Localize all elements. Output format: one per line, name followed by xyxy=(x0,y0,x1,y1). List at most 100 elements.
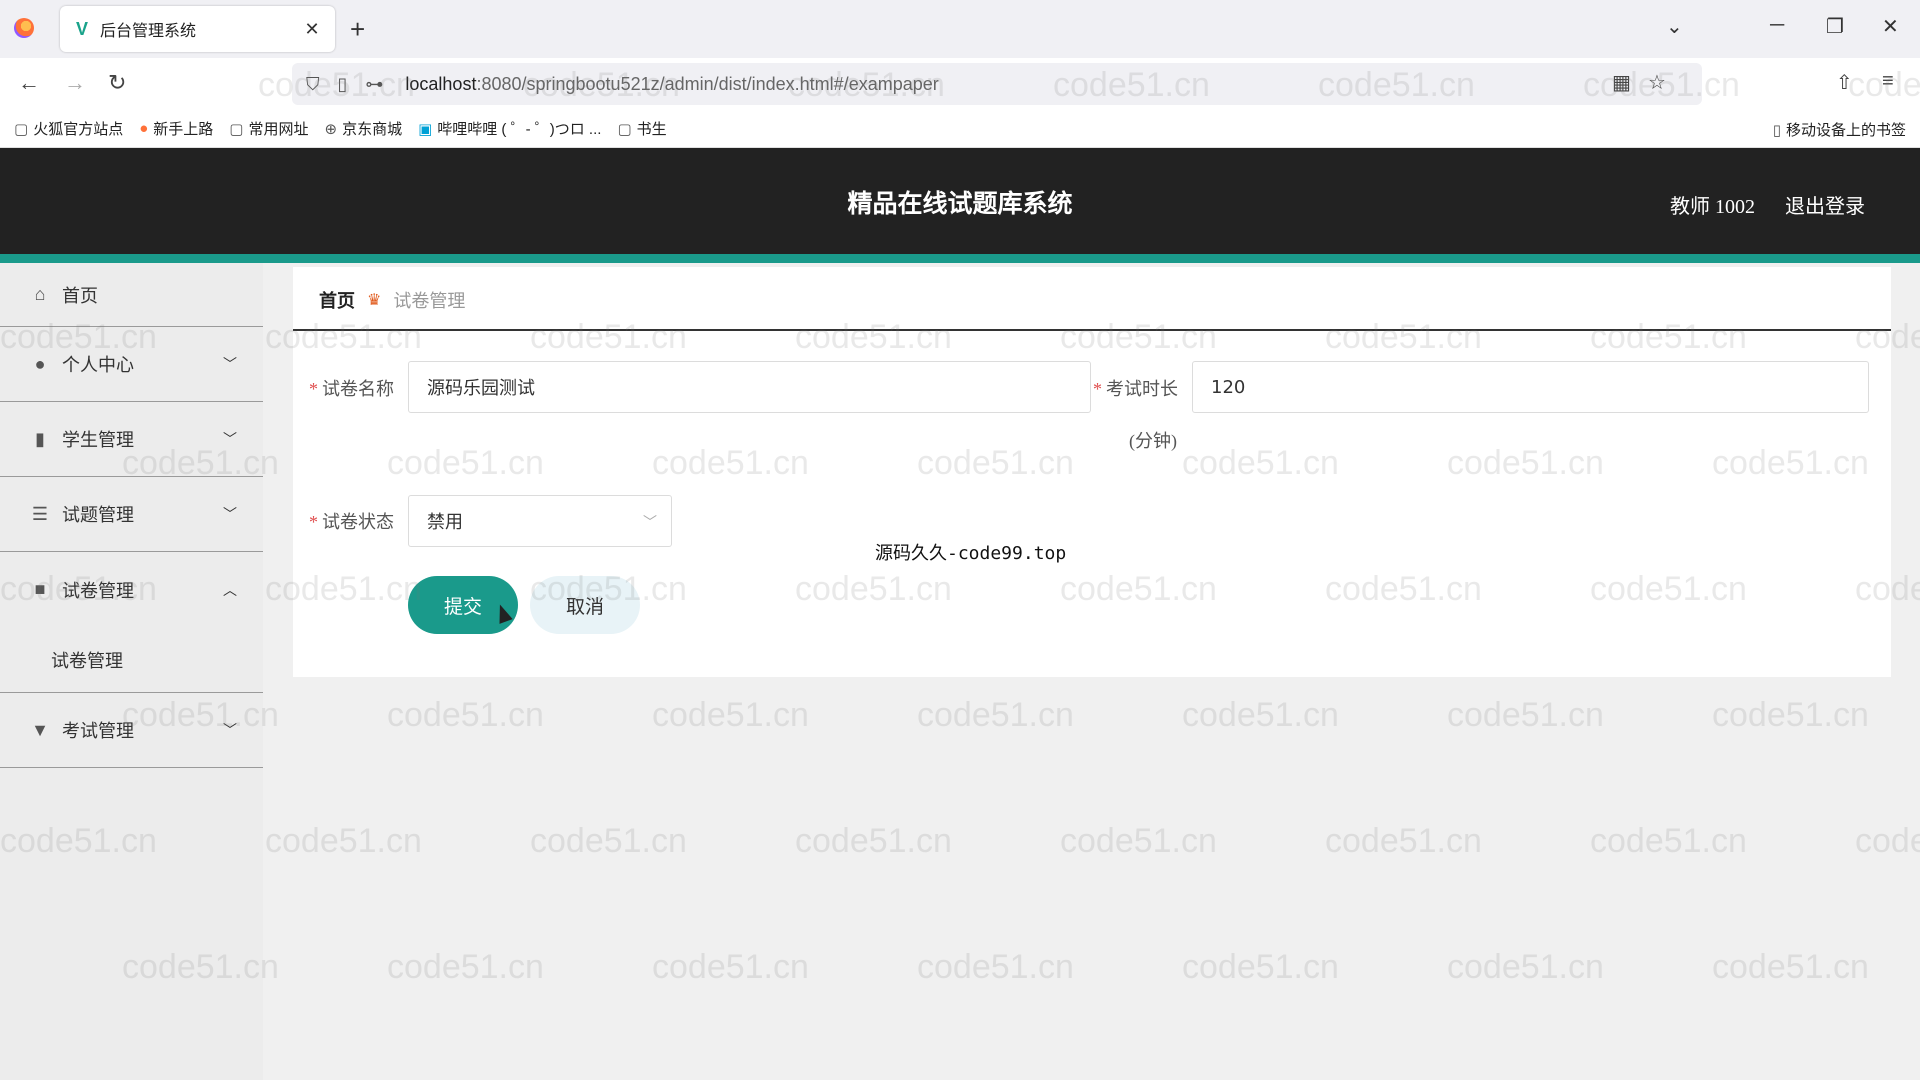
tab-title: 后台管理系统 xyxy=(100,23,197,40)
chevron-down-icon: ﹀ xyxy=(223,508,237,523)
bookmark-item[interactable]: ▢ 火狐官方站点 xyxy=(14,118,123,139)
paper-status-label-text: 试卷状态 xyxy=(322,512,394,532)
header-accent-bar xyxy=(0,254,1920,263)
watermark-text: code51.cn xyxy=(387,948,544,986)
duration-input[interactable]: 120 xyxy=(1192,361,1869,413)
paper-name-label-text: 试卷名称 xyxy=(322,379,394,399)
app-header: 精品在线试题库系统 教师 1002 退出登录 xyxy=(0,148,1920,254)
sidebar-item-students[interactable]: ▮ 学生管理 ﹀ xyxy=(0,402,263,477)
bookmark-item[interactable]: ▢ 常用网址 xyxy=(229,118,308,139)
watermark-text: code51.cn xyxy=(265,822,422,860)
paper-status-label: * 试卷状态 xyxy=(309,508,394,534)
duration-unit: (分钟) xyxy=(1129,431,1177,451)
duration-label: * 考试时长 xyxy=(1093,375,1178,401)
mobile-icon: ▯ xyxy=(1772,121,1781,139)
firefox-icon[interactable] xyxy=(14,18,34,38)
chevron-down-icon: ﹀ xyxy=(223,433,237,448)
chevron-down-icon: ﹀ xyxy=(223,724,237,739)
watermark-text: code51.cn xyxy=(1712,948,1869,986)
sidebar-item-personal[interactable]: ● 个人中心 ﹀ xyxy=(0,327,263,402)
extensions-icon[interactable]: ⇧ xyxy=(1836,70,1853,95)
mobile-bookmarks[interactable]: ▯ 移动设备上的书签 xyxy=(1773,119,1906,140)
mobile-bookmarks-label: 移动设备上的书签 xyxy=(1785,122,1906,139)
sidebar-item-label: 首页 xyxy=(62,285,98,306)
watermark-text: code51.cn xyxy=(1447,696,1604,734)
shield-icon[interactable]: ⛉ xyxy=(306,74,320,95)
key-icon[interactable]: ⊶ xyxy=(365,74,383,95)
new-tab-button[interactable]: + xyxy=(350,14,365,45)
sidebar-subitem-papers[interactable]: 试卷管理 xyxy=(0,627,263,693)
watermark-text: code51.cn xyxy=(1712,696,1869,734)
video-icon: ■ xyxy=(34,579,46,599)
breadcrumb: 首页 ♛ 试卷管理 xyxy=(319,287,465,313)
required-mark: * xyxy=(309,512,318,532)
url-text[interactable]: localhost:8080/springbootu521z/admin/dis… xyxy=(405,74,938,95)
breadcrumb-current: 试卷管理 xyxy=(393,291,466,311)
sidebar-item-label: 个人中心 xyxy=(62,355,134,375)
breadcrumb-home[interactable]: 首页 xyxy=(319,287,355,313)
bookmark-label: 新手上路 xyxy=(153,121,214,138)
bookmark-label: 常用网址 xyxy=(248,121,309,138)
watermark-text: code51.cn xyxy=(1590,822,1747,860)
menu-icon[interactable]: ≡ xyxy=(1882,70,1894,93)
sliders-icon: ☰ xyxy=(31,503,49,524)
minimize-icon[interactable]: ─ xyxy=(1770,14,1784,37)
page-icon[interactable]: ▯ xyxy=(338,74,348,95)
sidebar-item-label: 试题管理 xyxy=(62,505,134,525)
chevron-down-icon: ﹀ xyxy=(223,358,237,373)
tab-list-icon[interactable]: ⌄ xyxy=(1666,14,1683,39)
sidebar-item-exams[interactable]: ▼ 考试管理 ﹀ xyxy=(0,693,263,768)
watermark-text: code51.cn xyxy=(1182,948,1339,986)
bookmark-label: 哔哩哔哩 ( ゜- ゜)つロ ... xyxy=(437,121,602,138)
bookmark-star-icon[interactable]: ☆ xyxy=(1648,70,1666,95)
sidebar-item-papers[interactable]: ■ 试卷管理 ︿ xyxy=(0,552,263,627)
bilibili-icon: ▣ xyxy=(418,120,433,138)
bookmark-item[interactable]: ⊕ 京东商城 xyxy=(324,118,402,139)
cancel-button[interactable]: 取消 xyxy=(530,576,640,634)
bookmark-label: 京东商城 xyxy=(342,121,403,138)
url-bar[interactable]: ⛉ ▯ ⊶ localhost:8080/springbootu521z/adm… xyxy=(292,63,1702,105)
required-mark: * xyxy=(309,379,318,399)
folder-icon: ▢ xyxy=(14,120,29,138)
bookmark-item[interactable]: ▢ 书生 xyxy=(617,118,666,139)
url-host: localhost xyxy=(405,73,477,94)
tab-close-icon[interactable]: ✕ xyxy=(301,19,323,40)
bookmark-label: 火狐官方站点 xyxy=(33,121,124,138)
sidebar-item-home[interactable]: ⌂ 首页 xyxy=(0,263,263,327)
logout-button[interactable]: 退出登录 xyxy=(1785,190,1865,219)
url-path: :8080/springbootu521z/admin/dist/index.h… xyxy=(476,73,939,94)
back-icon[interactable]: ← xyxy=(18,70,40,96)
restore-icon[interactable]: ❐ xyxy=(1826,14,1844,39)
sidebar-item-questions[interactable]: ☰ 试题管理 ﹀ xyxy=(0,477,263,552)
watermark-text: code51.cn xyxy=(795,822,952,860)
paper-name-input[interactable]: 源码乐园测试 xyxy=(408,361,1091,413)
bookmark-item[interactable]: ● 新手上路 xyxy=(139,118,213,139)
browser-navbar: ← → ↻ ⛉ ▯ ⊶ localhost:8080/springbootu52… xyxy=(0,58,1920,110)
forward-icon[interactable]: → xyxy=(64,70,86,96)
qr-code-icon[interactable]: ▦ xyxy=(1612,70,1631,95)
watermark-text: code51.cn xyxy=(652,696,809,734)
breadcrumb-separator-icon: ♛ xyxy=(367,292,382,309)
paper-status-select[interactable]: 禁用 ﹀ xyxy=(408,495,672,547)
watermark-text: code51.cn xyxy=(1182,696,1339,734)
exampaper-form-card: 首页 ♛ 试卷管理 * 试卷名称 源码乐园测试 * 考试时长 120 (分钟) * 试… xyxy=(293,267,1891,677)
overlay-watermark-text: 源码久久-code99.top xyxy=(875,543,1067,564)
sidebar-item-label: 考试管理 xyxy=(62,721,134,741)
breadcrumb-divider xyxy=(293,329,1891,331)
watermark-text: code51.cn xyxy=(1447,948,1604,986)
watermark-text: code51.cn xyxy=(917,696,1074,734)
sidebar-item-label: 学生管理 xyxy=(62,430,134,450)
watermark-text: code51.cn xyxy=(917,948,1074,986)
app-title: 精品在线试题库系统 xyxy=(847,189,1073,218)
user-label: 教师 1002 xyxy=(1670,196,1755,218)
browser-tabbar: V 后台管理系统 ✕ + ⌄ ─ ❐ ✕ xyxy=(0,0,1920,58)
close-window-icon[interactable]: ✕ xyxy=(1882,14,1899,39)
user-icon: ● xyxy=(34,353,46,374)
bookmarks-bar: ▢ 火狐官方站点 ● 新手上路 ▢ 常用网址 ⊕ 京东商城 ▣ 哔哩哔哩 ( ゜- ゜)つ… xyxy=(0,110,1920,148)
browser-tab[interactable]: V 后台管理系统 ✕ xyxy=(60,6,335,52)
reload-icon[interactable]: ↻ xyxy=(108,70,126,96)
paper-status-value: 禁用 xyxy=(427,512,463,533)
bookmark-item[interactable]: ▣ 哔哩哔哩 ( ゜- ゜)つロ ... xyxy=(418,118,601,139)
cup-icon: ▼ xyxy=(31,719,49,740)
watermark-text: code51.cn xyxy=(1060,822,1217,860)
